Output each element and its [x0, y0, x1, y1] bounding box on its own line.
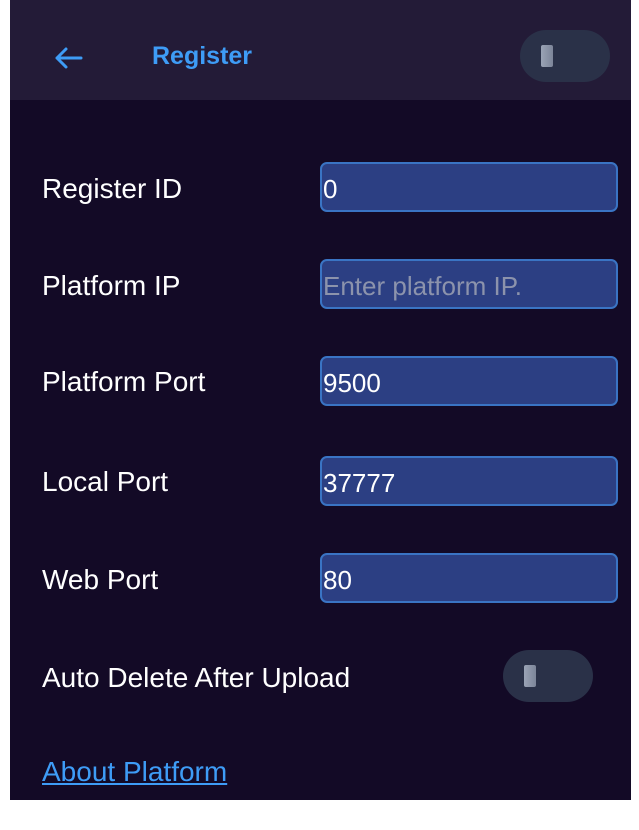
register-id-label: Register ID	[42, 173, 183, 204]
web-port-label: Web Port	[42, 564, 159, 595]
register-id-input[interactable]: 0	[320, 162, 618, 212]
platform-port-label: Platform Port	[42, 366, 206, 397]
web-port-input[interactable]: 80	[320, 553, 618, 603]
local-port-label: Local Port	[42, 466, 169, 497]
local-port-input[interactable]: 37777	[320, 456, 618, 506]
register-screen: Register Register ID 0 Platform IP Enter…	[10, 0, 631, 800]
back-button[interactable]	[48, 38, 88, 78]
toggle-knob	[524, 665, 536, 687]
arrow-left-icon	[55, 47, 83, 69]
platform-port-input[interactable]: 9500	[320, 356, 618, 406]
platform-ip-label: Platform IP	[42, 270, 181, 301]
auto-delete-label: Auto Delete After Upload	[42, 662, 351, 693]
page-title: Register	[152, 42, 253, 70]
platform-ip-input[interactable]: Enter platform IP.	[320, 259, 618, 309]
app-header: Register	[10, 0, 631, 100]
header-toggle[interactable]	[520, 30, 610, 82]
about-platform-link[interactable]: About Platform	[42, 756, 227, 788]
toggle-knob	[541, 45, 553, 67]
auto-delete-toggle[interactable]	[503, 650, 593, 702]
